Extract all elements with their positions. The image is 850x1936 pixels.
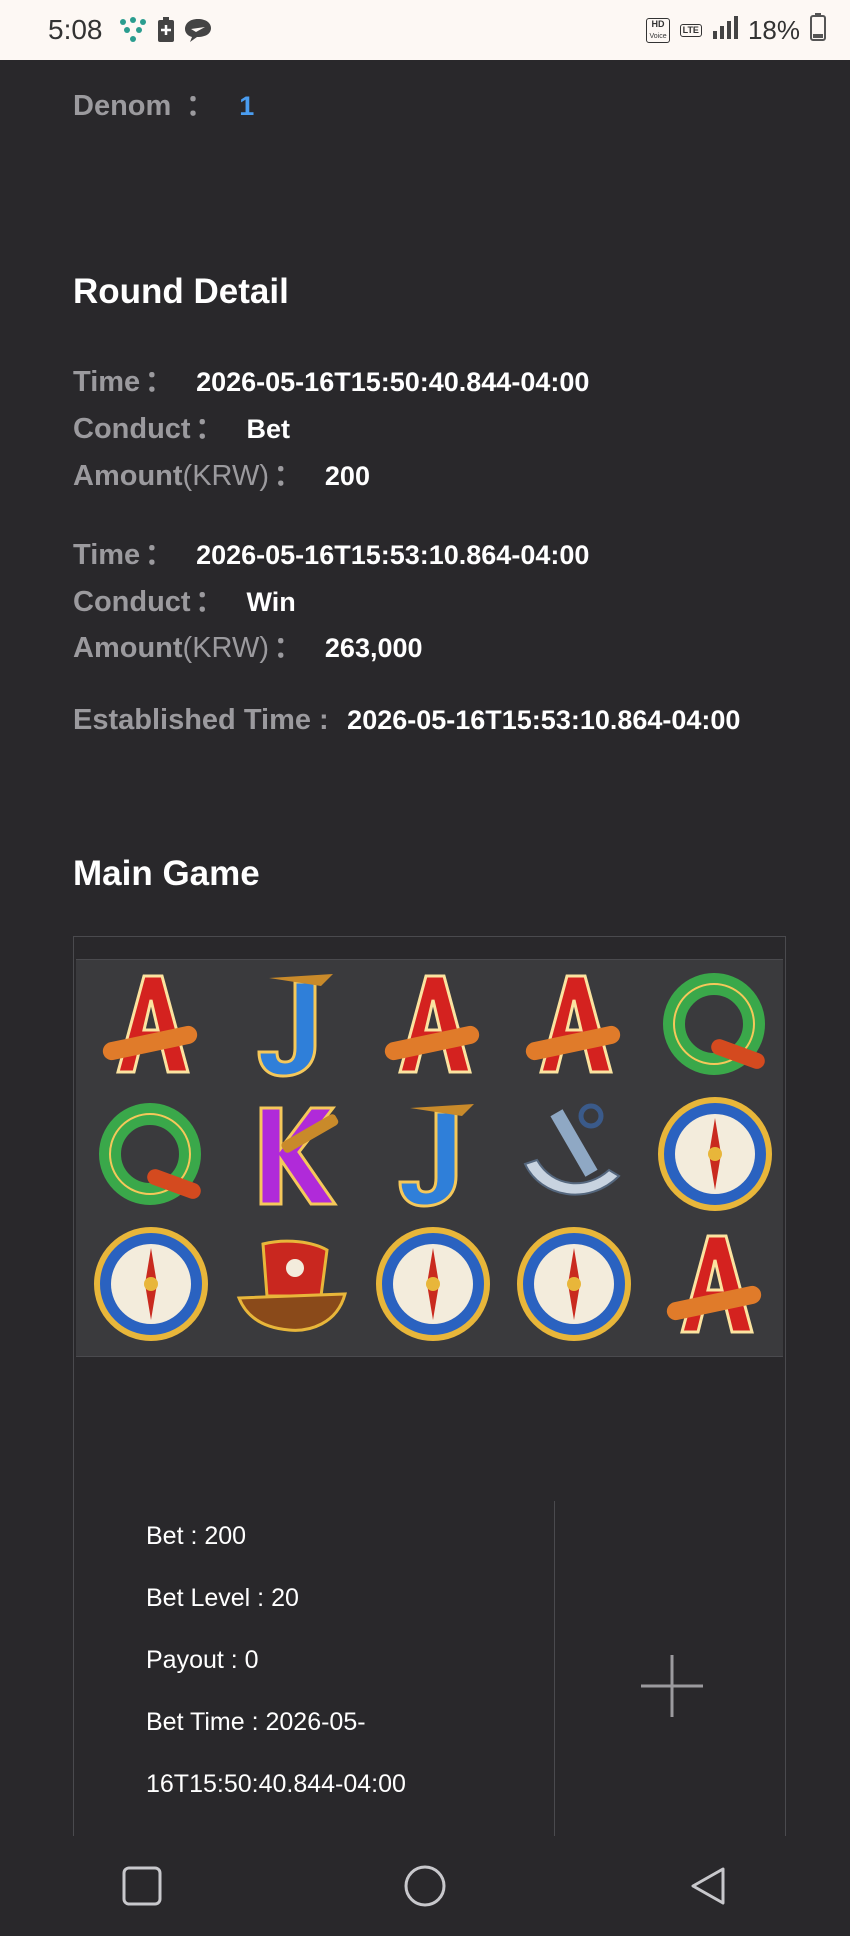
denom-row: Denom ： 1 <box>73 82 254 124</box>
amount-value: 263,000 <box>324 633 423 663</box>
round-entry-2-conduct: Conduct ： Win <box>73 578 296 620</box>
time-value: 2026-05-16T15:50:40.844-04:00 <box>196 367 590 397</box>
symbol-ship <box>227 1224 357 1344</box>
symbol-a <box>650 1224 780 1344</box>
status-time: 5:08 <box>48 14 103 45</box>
amount-colon: ： <box>273 632 303 664</box>
denom-label: Denom <box>73 90 172 122</box>
symbol-q <box>86 1094 216 1214</box>
system-nav-bar <box>0 1836 850 1936</box>
established-time-label: Established Time : <box>73 704 329 736</box>
reel-grid <box>76 959 783 1357</box>
round-entry-2-time: Time ： 2026-05-16T15:53:10.864-04:00 <box>73 531 589 573</box>
symbol-compass <box>509 1224 639 1344</box>
signal-icon <box>712 15 738 46</box>
app-notification-icon <box>117 16 149 44</box>
symbol-j <box>227 964 357 1084</box>
symbol-compass <box>86 1224 216 1344</box>
amount-unit: (KRW) <box>182 460 269 492</box>
conduct-value: Win <box>246 587 296 617</box>
time-colon: ： <box>144 539 174 571</box>
symbol-compass <box>650 1094 780 1214</box>
amount-value: 200 <box>324 461 370 491</box>
battery-icon <box>810 12 826 48</box>
conduct-label: Conduct <box>73 586 191 618</box>
info-divider <box>554 1501 555 1875</box>
time-label: Time <box>73 366 141 398</box>
main-game-title: Main Game <box>73 854 260 893</box>
symbol-q <box>650 964 780 1084</box>
bet-time-info-cont: 16T15:50:40.844-04:00 <box>146 1770 406 1798</box>
status-bar: 5:08 HD Voice LTE 18% <box>0 0 850 60</box>
conduct-colon: ： <box>195 586 225 618</box>
round-entry-2-amount: Amount(KRW) ： 263,000 <box>73 624 423 666</box>
main-game-card: Bet : 200 Bet Level : 20 Payout : 0 Bet … <box>73 936 786 1894</box>
symbol-compass <box>368 1224 498 1344</box>
bet-level-info: Bet Level : 20 <box>146 1584 299 1612</box>
payout-info: Payout : 0 <box>146 1646 259 1674</box>
established-time-value: 2026-05-16T15:53:10.864-04:00 <box>347 705 741 735</box>
hd-voice-icon: HD Voice <box>646 17 670 43</box>
time-colon: ： <box>144 366 174 398</box>
symbol-k <box>227 1094 357 1214</box>
battery-percent: 18% <box>747 14 800 45</box>
recent-apps-icon[interactable] <box>112 1856 172 1916</box>
time-value: 2026-05-16T15:53:10.864-04:00 <box>196 540 590 570</box>
established-time-row: Established Time : 2026-05-16T15:53:10.8… <box>73 704 740 737</box>
denom-colon: ： <box>185 90 215 122</box>
conduct-value: Bet <box>246 414 291 444</box>
plus-icon[interactable] <box>639 1653 705 1719</box>
home-icon[interactable] <box>395 1856 455 1916</box>
back-icon[interactable] <box>678 1856 738 1916</box>
bet-time-info: Bet Time : 2026-05- <box>146 1708 366 1736</box>
round-entry-1-conduct: Conduct ： Bet <box>73 405 290 447</box>
round-entry-1-time: Time ： 2026-05-16T15:50:40.844-04:00 <box>73 358 589 400</box>
conduct-colon: ： <box>195 413 225 445</box>
chat-bubble-icon <box>183 17 213 43</box>
amount-label: Amount <box>73 460 183 492</box>
denom-value: 1 <box>239 91 255 121</box>
conduct-label: Conduct <box>73 413 191 445</box>
symbol-a <box>86 964 216 1084</box>
symbol-j <box>368 1094 498 1214</box>
symbol-anchor <box>509 1094 639 1214</box>
time-label: Time <box>73 539 141 571</box>
amount-colon: ： <box>273 460 303 492</box>
amount-label: Amount <box>73 632 183 664</box>
bet-info: Bet : 200 <box>146 1522 247 1550</box>
game-info: Bet : 200 Bet Level : 20 Payout : 0 Bet … <box>146 1505 406 1877</box>
battery-plus-icon <box>157 17 175 43</box>
round-detail-title: Round Detail <box>73 272 289 311</box>
symbol-a <box>368 964 498 1084</box>
amount-unit: (KRW) <box>182 632 269 664</box>
symbol-a <box>509 964 639 1084</box>
lte-icon: LTE <box>679 23 702 37</box>
round-entry-1-amount: Amount(KRW) ： 200 <box>73 452 370 494</box>
